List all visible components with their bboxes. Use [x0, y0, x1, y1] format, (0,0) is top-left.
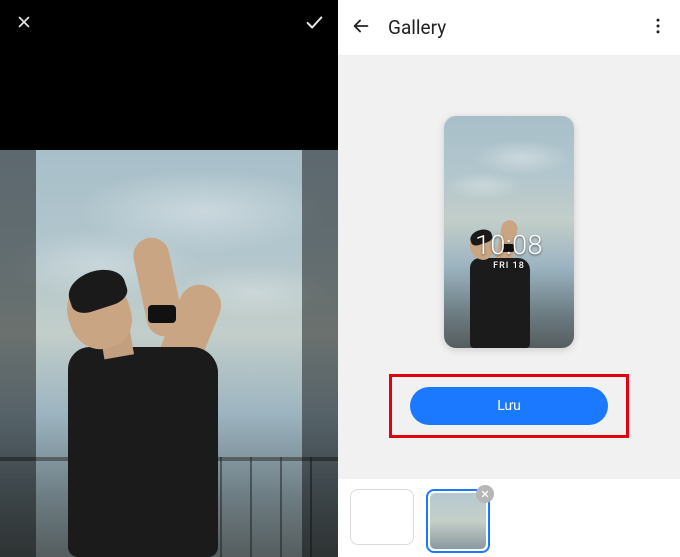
thumbnail-image	[430, 493, 486, 549]
cancel-button[interactable]	[12, 10, 36, 34]
thumbnail-remove-button[interactable]	[476, 485, 494, 503]
confirm-button[interactable]	[302, 10, 326, 34]
more-vertical-icon	[648, 16, 668, 36]
save-button[interactable]: Lưu	[410, 387, 608, 425]
crop-canvas[interactable]	[0, 150, 338, 557]
thumbnail-selected[interactable]	[426, 489, 490, 553]
crop-editor-screen	[0, 0, 338, 557]
save-button-label: Lưu	[497, 398, 521, 414]
lockscreen-clock: 10:08 FRI 18	[444, 232, 574, 271]
clock-time: 10:08	[444, 232, 574, 259]
back-button[interactable]	[350, 15, 372, 41]
check-icon	[303, 11, 325, 33]
crop-mask-right	[302, 150, 338, 557]
thumbnail-slot-empty[interactable]	[350, 489, 414, 545]
close-icon	[480, 489, 490, 499]
close-icon	[15, 13, 33, 31]
gallery-topbar: Gallery	[338, 0, 680, 56]
wallpaper-preview[interactable]: 10:08 FRI 18	[444, 116, 574, 348]
photo-content	[0, 150, 338, 557]
annotation-highlight: Lưu	[389, 374, 629, 438]
arrow-left-icon	[350, 15, 372, 37]
page-title: Gallery	[388, 16, 632, 39]
more-button[interactable]	[648, 16, 668, 40]
gallery-wallpaper-screen: Gallery 10:08 FRI 18 Lưu	[338, 0, 680, 557]
thumbnail-strip	[338, 479, 680, 557]
crop-topbar	[0, 0, 338, 32]
crop-mask-left	[0, 150, 36, 557]
clock-date: FRI 18	[444, 261, 574, 271]
